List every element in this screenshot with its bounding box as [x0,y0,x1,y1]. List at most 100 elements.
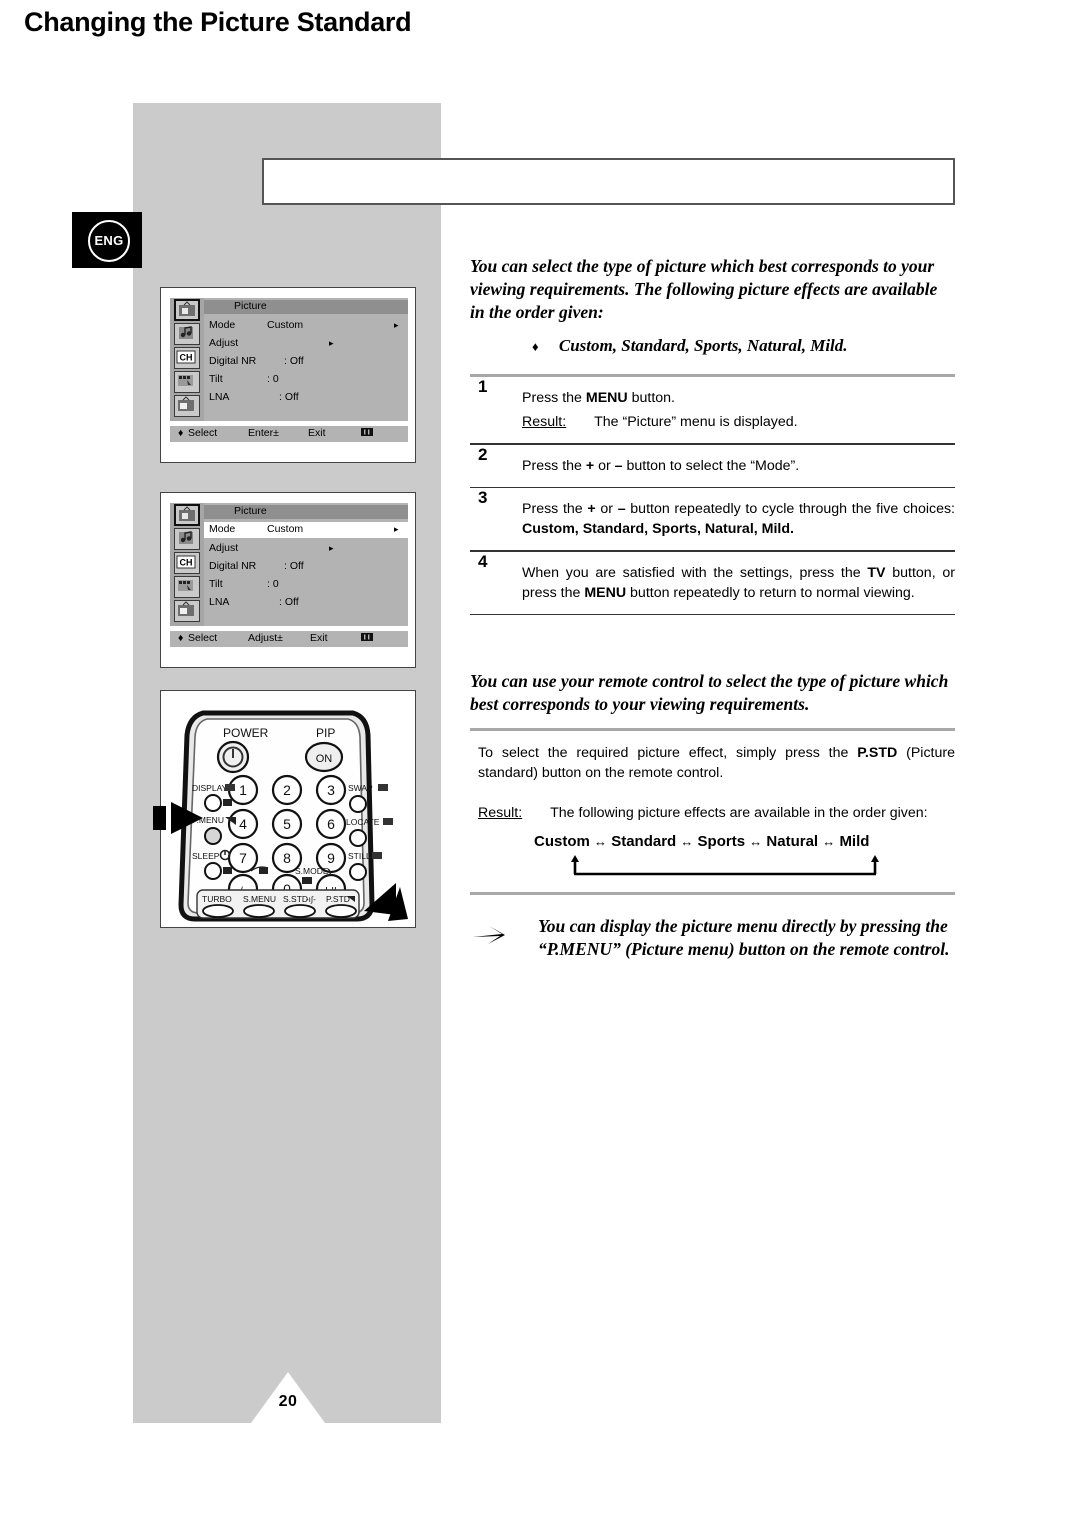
note-text: You can display the picture menu directl… [538,916,950,959]
svg-text:CH: CH [180,558,193,568]
osd-1-row-digital-nr-label: Digital NR [209,355,257,367]
intro-bullet-row: ♦ Custom, Standard, Sports, Natural, Mil… [532,336,955,356]
step-1-post: button. [627,390,675,406]
step-1-text: Press the MENU button. [522,388,955,408]
channel-icon: CH [174,347,200,369]
step-3-choices: Custom, Standard, Sports, Natural, Mild. [522,521,794,538]
step-4-number: 4 [478,551,488,571]
osd-2-row-digital-nr-value: : Off [284,560,304,572]
remote-section-body-text: To select the required picture effect, s… [478,743,955,783]
step-4-menu: MENU [584,584,627,601]
svg-text:LOCATE: LOCATE [346,817,380,827]
osd-1-footer-select: Select [188,427,218,439]
step-3-pre: Press the [522,501,588,518]
step-1-number: 1 [478,377,488,396]
osd-1-footer: ♦ Select Enter± Exit [170,426,408,442]
svg-text:CH: CH [180,353,193,363]
function-icon [174,576,200,598]
page-number: 20 [278,1393,298,1410]
step-1-result-text: The “Picture” menu is displayed. [594,414,798,430]
osd-1-row-tilt-label: Tilt [209,373,223,385]
step-3-mid: or [595,501,618,518]
plus-symbol: + [587,501,596,518]
minus-symbol: – [617,501,626,518]
picture-icon [174,504,200,526]
osd-2-title: Picture [234,505,267,517]
svg-text:S.STD: S.STD [283,894,308,904]
step-2-text: Press the + or – button to select the “M… [522,456,955,476]
page-title: Changing the Picture Standard [24,7,412,37]
language-badge: ENG [72,212,142,268]
step-3-post: button repeatedly to cycle through the f… [625,501,956,518]
step-1-pre: Press the [522,390,586,406]
step-2-mid: or [594,457,615,474]
osd-1-footer-exit: Exit [308,427,326,439]
step-2-number: 2 [478,444,488,464]
page-title-box [262,158,955,205]
minus-symbol: – [614,457,623,474]
cycle-item-standard: Standard [611,833,677,850]
svg-text:9: 9 [327,850,335,866]
function-icon [174,371,200,393]
osd-2-footer-exit: Exit [310,632,328,644]
picture-effect-cycle: Custom ↔ Standard ↔ Sports ↔ Natural ↔ M… [534,832,955,852]
osd-2-footer-select: Select [188,632,218,644]
remote-body-pre: To select the required picture effect, s… [478,745,858,761]
remote-control-illustration: POWER PIP ON 1 2 3 4 5 6 7 8 9 0 -/-- I-… [153,690,416,928]
osd-2-footer: ♦ Select Adjust± Exit [170,631,408,647]
step-3: 3 Press the + or – button repeatedly to … [470,488,955,550]
osd-2-footer-action: Adjust± [248,632,283,644]
osd-2-row-adjust-label: Adjust [209,542,239,554]
osd-2-body: CH Picture Mode Custom ▸ Adjust ▸ Digita… [170,503,408,626]
osd-1-row-lna-label: LNA [209,391,230,403]
pip-icon [174,600,200,622]
step-3-text: Press the + or – button repeatedly to cy… [522,499,955,539]
plus-symbol: + [585,457,595,474]
svg-text:-ı∫-: -ı∫- [306,895,316,904]
svg-text:POWER: POWER [223,726,269,740]
osd-2-row-lna-label: LNA [209,596,230,608]
remote-result-text: The following picture effects are availa… [550,805,928,821]
picture-icon [174,299,200,321]
svg-text:TURBO: TURBO [202,894,232,904]
osd-2-row-tilt-label: Tilt [209,578,223,590]
note-arrow-icon [473,926,505,944]
menu-icon [360,426,374,441]
osd-1-title: Picture [234,300,267,312]
osd-2-row-tilt-value: : 0 [267,578,279,590]
divider [470,613,955,616]
osd-1-row-lna-value: : Off [279,391,299,403]
svg-text:4: 4 [239,816,247,832]
chevron-right-icon: ▸ [394,320,399,330]
svg-text:2: 2 [283,782,291,798]
step-3-number: 3 [478,488,488,508]
osd-1-title-bar: Picture [204,300,408,314]
step-2-post: button to select the “Mode”. [622,457,800,474]
pointer-arrow-pmenu [153,802,203,834]
step-4-text: When you are satisfied with the settings… [522,563,955,603]
svg-text:6: 6 [327,816,335,832]
cycle-loop-arrow-icon [571,855,879,876]
osd-1-row-tilt: Tilt : 0 [204,372,408,388]
osd-1-row-adjust-label: Adjust [209,337,239,349]
osd-2-row-lna-value: : Off [279,596,299,608]
step-1-result-label: Result: [522,414,567,430]
step-1-result: Result: The “Picture” menu is displayed. [522,412,955,432]
osd-2-row-digital-nr: Digital NR : Off [204,559,408,575]
step-4-tv: TV [867,564,886,581]
svg-text:DISPLAY: DISPLAY [192,783,228,793]
note-block: You can display the picture menu directl… [470,915,955,961]
osd-screenshot-1: CH Picture Mode Custom ▸ Adjust ▸ Digita… [160,287,416,463]
step-4: 4 When you are satisfied with the settin… [470,552,955,614]
updown-icon: ♦ [178,427,184,439]
step-4-post: button repeatedly to return to normal vi… [626,584,915,601]
osd-1-row-digital-nr-value: : Off [284,355,304,367]
intro-paragraph: You can select the type of picture which… [470,256,938,322]
osd-2-row-tilt: Tilt : 0 [204,577,408,593]
osd-1-row-mode: Mode Custom ▸ [204,318,408,334]
svg-text:PIP: PIP [316,726,335,740]
svg-text:STILL: STILL [348,851,371,861]
step-4-pre: When you are satisfied with the settings… [522,564,868,581]
osd-1-row-mode-value: Custom [267,319,304,331]
osd-1-body: CH Picture Mode Custom ▸ Adjust ▸ Digita… [170,298,408,421]
